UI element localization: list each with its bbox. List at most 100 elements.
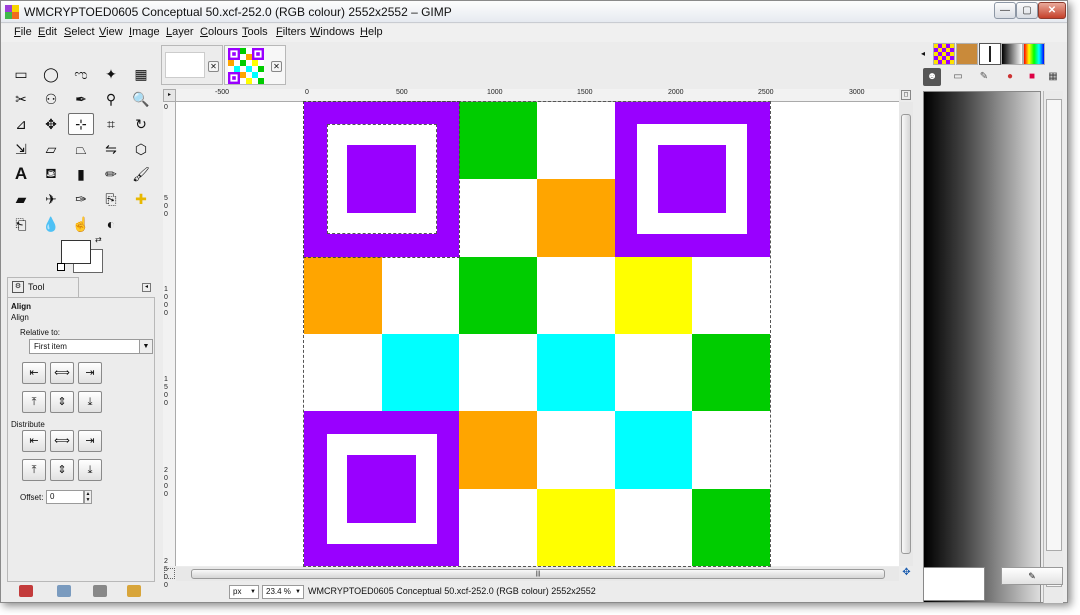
vertical-scroll-thumb[interactable]: [901, 114, 911, 554]
pattern-small-icon[interactable]: ▦: [1044, 68, 1062, 86]
perspective-icon[interactable]: ⏢: [68, 138, 94, 160]
free-select-icon[interactable]: ಌ: [68, 63, 94, 85]
navigate-icon[interactable]: ✥: [900, 567, 913, 580]
close-button[interactable]: ✕: [1038, 2, 1066, 19]
heal-icon[interactable]: ✚: [128, 188, 154, 210]
flip-icon[interactable]: ⇋: [98, 138, 124, 160]
menu-item-tools[interactable]: Tools: [242, 26, 268, 38]
close-icon[interactable]: ✕: [208, 61, 219, 72]
quick-mask-icon[interactable]: [164, 568, 175, 579]
menu-item-layer[interactable]: Layer: [166, 26, 194, 38]
clone-icon[interactable]: ⎘: [98, 188, 124, 210]
menu-item-colours[interactable]: Colours: [200, 26, 238, 38]
paintbrush-icon[interactable]: ✎: [975, 68, 993, 86]
save-preset-icon[interactable]: [19, 585, 33, 597]
offset-input[interactable]: 0: [46, 490, 84, 504]
align-top-edge-button[interactable]: ⤒: [22, 391, 46, 413]
align-right-edge-button[interactable]: ⇥: [78, 362, 102, 384]
fuzzy-select-icon[interactable]: ✦: [98, 63, 124, 85]
swap-colours-icon[interactable]: ⇄: [95, 235, 102, 244]
smudge-icon[interactable]: ☝: [68, 213, 94, 235]
horizontal-scrollbar[interactable]: |||: [176, 567, 899, 581]
scissors-icon[interactable]: ✂: [8, 88, 34, 110]
horizontal-scroll-thumb[interactable]: |||: [191, 569, 885, 579]
side-scrollbar[interactable]: [1046, 99, 1062, 551]
zoom-icon[interactable]: ◻: [901, 90, 911, 100]
blend-icon[interactable]: ▮: [68, 163, 94, 185]
vertical-ruler[interactable]: 05 0 01 0 0 01 5 0 02 0 0 02 5 0 0: [163, 102, 176, 589]
measure-icon[interactable]: ⊿: [8, 113, 34, 135]
distribute-center-horizontal-button[interactable]: ⟺: [50, 430, 74, 452]
zoom-select[interactable]: 23.4 % ▼: [262, 585, 304, 599]
reset-icon[interactable]: [127, 585, 141, 597]
tab-patterns[interactable]: [933, 43, 955, 65]
airbrush-icon[interactable]: ✈: [38, 188, 64, 210]
default-colours-icon[interactable]: [57, 263, 65, 271]
scale-icon[interactable]: ⇲: [8, 138, 34, 160]
image-canvas[interactable]: [302, 101, 771, 567]
paintbrush-icon[interactable]: 🖌: [128, 163, 154, 185]
restore-preset-icon[interactable]: [57, 585, 71, 597]
distribute-left-button[interactable]: ⇤: [22, 430, 46, 452]
offset-spinner[interactable]: ▲ ▼: [84, 490, 92, 504]
menu-item-filters[interactable]: Filters: [276, 26, 306, 38]
distribute-middle-button[interactable]: ⇕: [50, 459, 74, 481]
menu-item-windows[interactable]: Windows: [310, 26, 355, 38]
distribute-top-button[interactable]: ⤒: [22, 459, 46, 481]
vertical-scrollbar[interactable]: ◻: [899, 90, 913, 566]
paths-icon[interactable]: ✒: [68, 88, 94, 110]
tab-images[interactable]: [956, 43, 978, 65]
dodge-burn-icon[interactable]: ◐: [98, 213, 124, 235]
align-middle-vertical-button[interactable]: ⇕: [50, 391, 74, 413]
blur-icon[interactable]: 💧: [38, 213, 64, 235]
distribute-right-button[interactable]: ⇥: [78, 430, 102, 452]
bucket-fill-icon[interactable]: ⛾: [38, 163, 64, 185]
ruler-corner[interactable]: ▸: [163, 89, 176, 102]
rotate-icon[interactable]: ↻: [128, 113, 154, 135]
perspective-clone-icon[interactable]: ⎗: [8, 213, 34, 235]
unit-select[interactable]: px ▼: [229, 585, 259, 599]
ink-icon[interactable]: ✑: [68, 188, 94, 210]
edit-button[interactable]: ✎: [1001, 567, 1063, 585]
by-colour-select-icon[interactable]: ▦: [128, 63, 154, 85]
menu-item-select[interactable]: Select: [64, 26, 95, 38]
distribute-bottom-button[interactable]: ⤓: [78, 459, 102, 481]
close-icon[interactable]: ✕: [271, 61, 282, 72]
printer-icon[interactable]: ▭: [949, 68, 967, 86]
cage-icon[interactable]: ⬡: [128, 138, 154, 160]
menu-item-edit[interactable]: Edit: [38, 26, 57, 38]
relative-to-select[interactable]: First item ▼: [29, 339, 153, 354]
colour-wheel-icon[interactable]: ●: [1001, 68, 1019, 86]
colour-picker-icon[interactable]: ⚲: [98, 88, 124, 110]
align-center-horizontal-button[interactable]: ⟺: [50, 362, 74, 384]
image-tab-active[interactable]: ✕: [224, 45, 286, 85]
zoom-icon[interactable]: 🔍: [128, 88, 154, 110]
tab-tool-options[interactable]: ⚙ Tool Options: [7, 277, 79, 310]
ellipse-select-icon[interactable]: ◯: [38, 63, 64, 85]
crop-icon[interactable]: ⌗: [98, 113, 124, 135]
foreground-select-icon[interactable]: ⚇: [38, 88, 64, 110]
gimp-logo-icon[interactable]: ☻: [923, 68, 941, 86]
panel-menu-icon[interactable]: ◂: [142, 283, 151, 292]
canvas-area[interactable]: [176, 101, 899, 567]
horizontal-ruler[interactable]: -500 0 500 1000 1500 2000 2500 3000: [176, 89, 899, 102]
tab-gradients[interactable]: [1001, 43, 1023, 65]
menu-item-view[interactable]: View: [99, 26, 123, 38]
image-tab-blank[interactable]: ✕: [161, 45, 223, 85]
align-bottom-edge-button[interactable]: ⤓: [78, 391, 102, 413]
maximize-button[interactable]: ▢: [1016, 2, 1038, 19]
minimize-button[interactable]: —: [994, 2, 1016, 19]
menu-item-help[interactable]: Help: [360, 26, 383, 38]
pencil-icon[interactable]: ✏: [98, 163, 124, 185]
menu-item-file[interactable]: File: [14, 26, 32, 38]
tab-palettes[interactable]: [1023, 43, 1045, 65]
shear-icon[interactable]: ▱: [38, 138, 64, 160]
gradient-preview[interactable]: [923, 91, 1041, 603]
tab-brushes[interactable]: [979, 43, 1001, 65]
delete-preset-icon[interactable]: [93, 585, 107, 597]
move-icon[interactable]: ✥: [38, 113, 64, 135]
align-icon[interactable]: ⊹: [68, 113, 94, 135]
dock-menu-icon[interactable]: ◂: [921, 49, 925, 58]
align-left-edge-button[interactable]: ⇤: [22, 362, 46, 384]
menu-item-image[interactable]: Image: [129, 26, 160, 38]
